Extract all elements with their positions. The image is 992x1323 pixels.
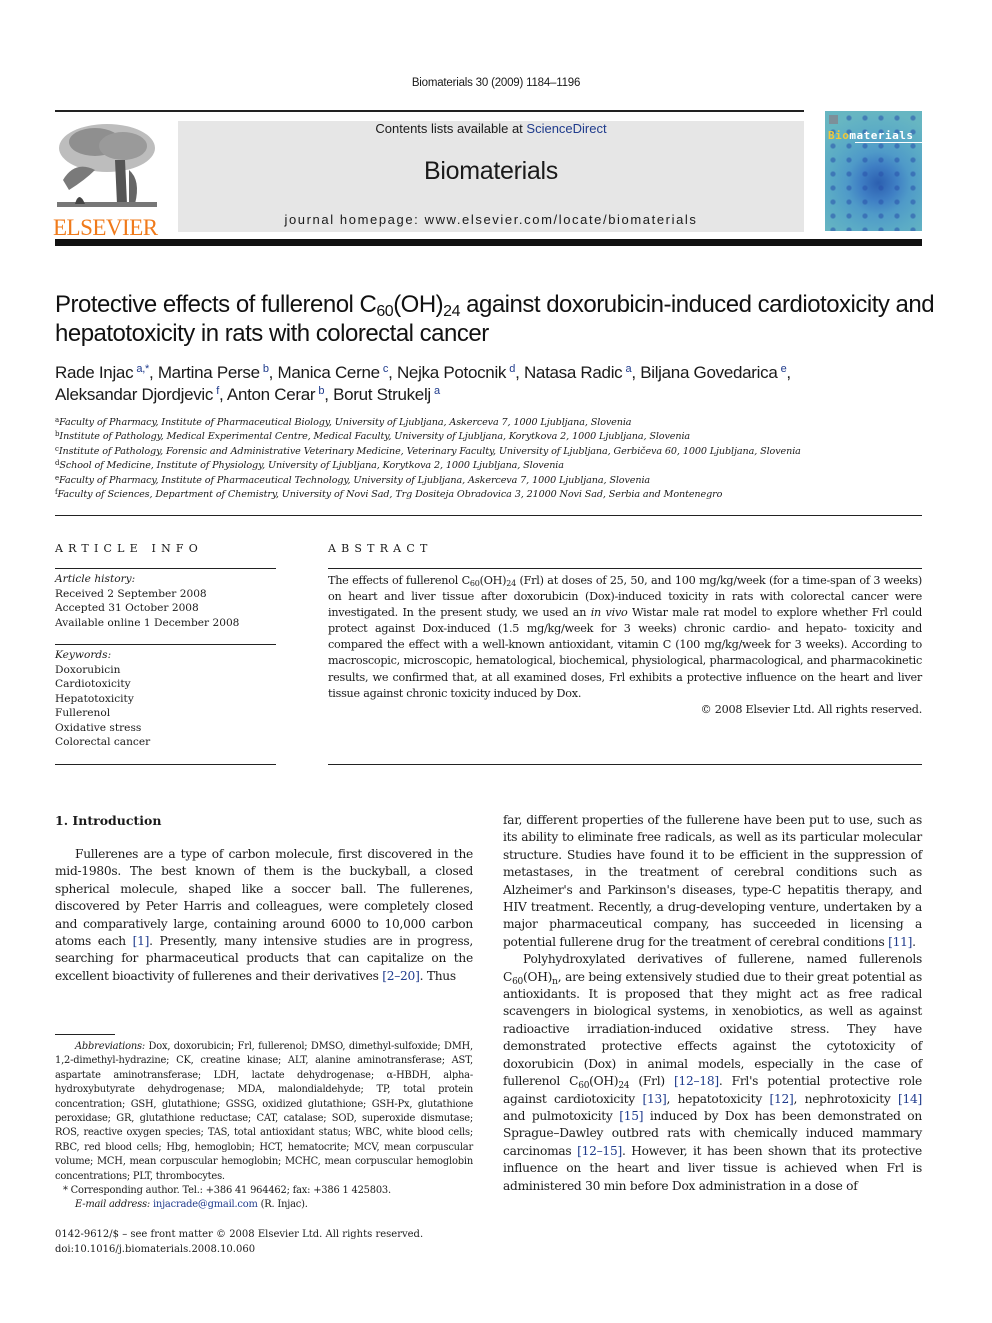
cover-publisher-icon xyxy=(829,115,838,124)
footnote-rule xyxy=(55,1034,115,1035)
cover-title: Biomaterials xyxy=(828,129,914,142)
affiliation: eFaculty of Pharmacy, Institute of Pharm… xyxy=(55,473,651,486)
doi-link[interactable]: doi:10.1016/j.biomaterials.2008.10.060 xyxy=(55,1243,473,1258)
abstract-copyright: © 2008 Elsevier Ltd. All rights reserved… xyxy=(700,702,923,716)
reference-link[interactable]: [13] xyxy=(642,1092,666,1106)
section-rule xyxy=(55,515,922,516)
affiliation: fFaculty of Sciences, Department of Chem… xyxy=(55,488,723,501)
author[interactable]: Biljana Govedarica xyxy=(640,363,778,382)
keyword: Doxorubicin xyxy=(55,663,121,676)
article-history: Article history: Received 2 September 20… xyxy=(55,572,276,630)
email-link[interactable]: injacrade@gmail.com xyxy=(153,1199,258,1210)
contents-availability: Contents lists available at ScienceDirec… xyxy=(375,121,607,136)
journal-cover-image[interactable]: Biomaterials xyxy=(825,111,922,231)
keyword: Hepatotoxicity xyxy=(55,692,134,705)
header-rule xyxy=(55,110,804,112)
author-list: Rade Injac a,*, Martina Perse b, Manica … xyxy=(55,363,791,404)
journal-citation: Biomaterials 30 (2009) 1184–1196 xyxy=(411,77,581,89)
email-footnote: E-mail address: injacrade@gmail.com (R. … xyxy=(75,1199,308,1211)
author[interactable]: Rade Injac xyxy=(55,363,134,382)
issn-copyright: 0142-9612/$ – see front matter © 2008 El… xyxy=(55,1229,424,1240)
abstract-text: The effects of fullerenol C60(OH)24 (Frl… xyxy=(328,573,922,718)
affiliation: bInstitute of Pathology, Medical Experim… xyxy=(55,430,691,443)
author[interactable]: Martina Perse xyxy=(158,363,260,382)
section-heading-introduction: 1. Introduction xyxy=(55,813,162,828)
author[interactable]: Anton Cerar xyxy=(227,385,316,404)
body-left-column: Fullerenes are a type of carbon molecule… xyxy=(55,846,473,985)
reference-link[interactable]: [2–20] xyxy=(382,969,420,983)
reference-link[interactable]: [11] xyxy=(888,935,912,949)
journal-title: Biomaterials xyxy=(424,157,558,185)
keywords: Keywords: Doxorubicin Cardiotoxicity Hepat… xyxy=(55,648,276,750)
affiliation: aFaculty of Pharmacy, Institute of Pharm… xyxy=(55,416,632,429)
article-title: Protective effects of fullerenol C60(OH)… xyxy=(55,291,935,347)
reference-link[interactable]: [12–15] xyxy=(577,1144,622,1158)
keyword: Oxidative stress xyxy=(55,721,142,734)
keywords-label: Keywords: xyxy=(55,649,112,661)
keyword: Cardiotoxicity xyxy=(55,678,131,690)
article-info-heading: ARTICLE INFO xyxy=(55,542,203,555)
front-matter: 0142-9612/$ – see front matter © 2008 El… xyxy=(55,1228,473,1257)
journal-homepage-link[interactable]: journal homepage: www.elsevier.com/locat… xyxy=(178,212,804,227)
affiliation: cInstitute of Pathology, Forensic and Ad… xyxy=(55,444,801,457)
reference-link[interactable]: [15] xyxy=(619,1109,643,1123)
body-right-column: far, different properties of the fullere… xyxy=(503,812,922,1195)
affiliation-list: aFaculty of Pharmacy, Institute of Pharm… xyxy=(55,416,935,502)
elsevier-tree-icon xyxy=(55,120,159,210)
author[interactable]: Borut Strukelj xyxy=(333,385,431,404)
history-entry: Accepted 31 October 2008 xyxy=(55,602,199,614)
keyword: Colorectal cancer xyxy=(55,736,151,748)
elsevier-logo[interactable]: ELSEVIER xyxy=(53,120,163,239)
author[interactable]: Aleksandar Djordjevic xyxy=(55,385,213,404)
reference-link[interactable]: [1] xyxy=(133,934,150,948)
author[interactable]: Nejka Potocnik xyxy=(397,363,507,382)
author-affiliation-marker[interactable]: a xyxy=(434,385,440,397)
keyword: Fullerenol xyxy=(55,707,111,719)
intro-paragraph-1: Fullerenes are a type of carbon molecule… xyxy=(55,847,474,983)
author[interactable]: Natasa Radic xyxy=(524,363,623,382)
journal-banner: Contents lists available at ScienceDirec… xyxy=(178,121,804,232)
elsevier-wordmark: ELSEVIER xyxy=(53,215,158,240)
reference-link[interactable]: [12] xyxy=(769,1092,793,1106)
article-history-label: Article history: xyxy=(55,573,136,585)
history-entry: Received 2 September 2008 xyxy=(55,587,207,600)
footnotes: Abbreviations: Dox, doxorubicin; Frl, fu… xyxy=(55,1040,473,1213)
affiliation: dSchool of Medicine, Institute of Physio… xyxy=(55,459,564,472)
header-thick-rule xyxy=(55,239,922,246)
history-entry: Available online 1 December 2008 xyxy=(55,616,240,629)
author[interactable]: Manica Cerne xyxy=(278,363,381,382)
intro-paragraph-2: Polyhydroxylated derivatives of fulleren… xyxy=(503,952,923,1193)
author-affiliation-marker[interactable]: a,* xyxy=(136,363,149,375)
corresponding-author-footnote: * Corresponding author. Tel.: +386 41 96… xyxy=(63,1185,391,1197)
abbreviations-footnote: Abbreviations: Dox, doxorubicin; Frl, fu… xyxy=(55,1041,473,1182)
sciencedirect-link[interactable]: ScienceDirect xyxy=(526,121,606,136)
abstract-heading: ABSTRACT xyxy=(328,542,433,555)
reference-link[interactable]: [14] xyxy=(898,1092,922,1106)
reference-link[interactable]: [12–18] xyxy=(674,1074,719,1088)
intro-paragraph-1-continued: far, different properties of the fullere… xyxy=(503,813,922,949)
